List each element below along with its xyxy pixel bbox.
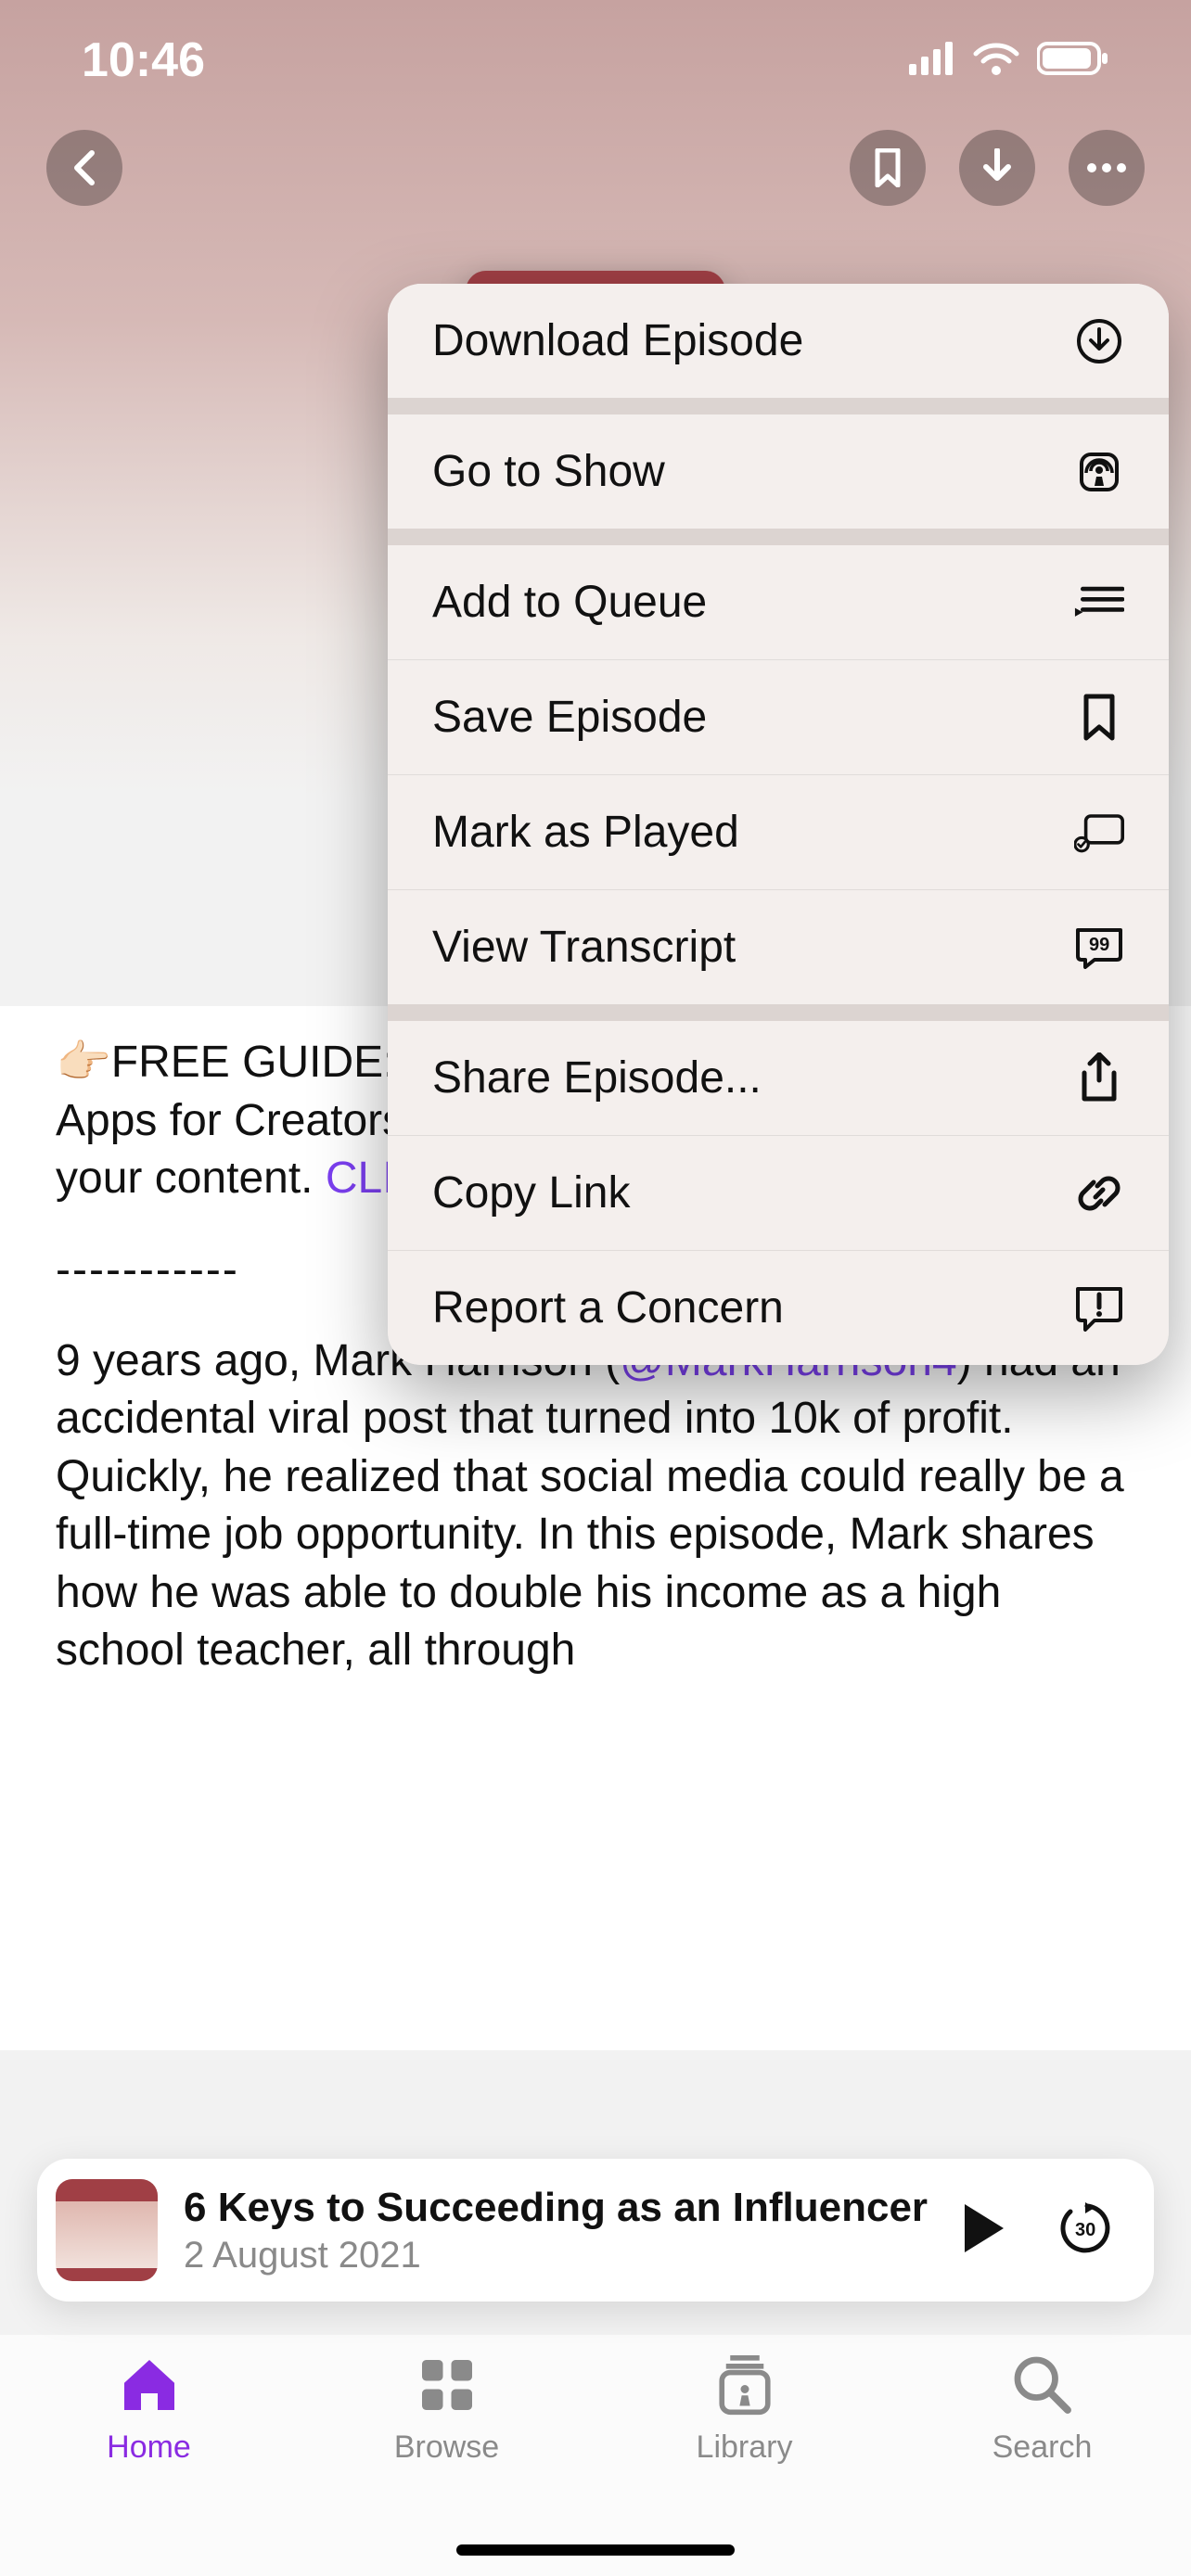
home-icon <box>116 2352 183 2418</box>
nav-row <box>0 121 1191 206</box>
more-button[interactable] <box>1069 130 1145 206</box>
battery-icon <box>1037 42 1109 80</box>
menu-item-label: Add to Queue <box>432 577 707 628</box>
menu-mark-as-played[interactable]: Mark as Played <box>388 775 1169 890</box>
chevron-left-icon <box>70 149 99 186</box>
menu-copy-link[interactable]: Copy Link <box>388 1136 1169 1251</box>
now-playing-artwork <box>56 2179 158 2281</box>
wifi-icon <box>972 41 1020 81</box>
status-bar: 10:46 <box>0 0 1191 121</box>
search-icon <box>1009 2352 1076 2418</box>
download-circle-icon <box>1074 316 1124 366</box>
now-playing-bar[interactable]: 6 Keys to Succeeding as an Influencer 2 … <box>37 2159 1154 2302</box>
download-arrow-icon <box>980 148 1014 187</box>
bookmark-icon <box>874 148 902 187</box>
tab-browse[interactable]: Browse <box>298 2352 596 2576</box>
svg-text:30: 30 <box>1075 2220 1095 2240</box>
podcast-icon <box>1074 447 1124 497</box>
menu-item-label: Download Episode <box>432 315 803 366</box>
menu-download-episode[interactable]: Download Episode <box>388 284 1169 398</box>
link-icon <box>1074 1168 1124 1218</box>
now-playing-date: 2 August 2021 <box>184 2235 935 2276</box>
tab-label: Search <box>992 2429 1093 2466</box>
skip-forward-30-button[interactable]: 30 <box>1057 2199 1117 2263</box>
context-menu: Download Episode Go to Show Add to Queue… <box>388 284 1169 1365</box>
play-button[interactable] <box>961 2202 1007 2259</box>
now-playing-title: 6 Keys to Succeeding as an Influencer <box>184 2185 935 2231</box>
report-icon <box>1074 1283 1124 1333</box>
skip-30-icon: 30 <box>1057 2199 1117 2258</box>
status-indicators <box>909 41 1109 81</box>
menu-item-label: Share Episode... <box>432 1052 762 1103</box>
tab-search[interactable]: Search <box>893 2352 1191 2576</box>
ellipsis-icon <box>1086 162 1127 173</box>
library-icon <box>711 2352 778 2418</box>
transcript-icon: 99 <box>1074 923 1124 973</box>
queue-icon <box>1074 578 1124 628</box>
menu-item-label: Mark as Played <box>432 807 739 858</box>
download-button[interactable] <box>959 130 1035 206</box>
menu-report-concern[interactable]: Report a Concern <box>388 1251 1169 1365</box>
now-playing-text: 6 Keys to Succeeding as an Influencer 2 … <box>184 2185 935 2276</box>
desc-paragraph: 9 years ago, Mark Harrison (@MarkHarriso… <box>56 1333 1135 1679</box>
tab-home[interactable]: Home <box>0 2352 298 2576</box>
tab-bar: Home Browse Library Search <box>0 2335 1191 2576</box>
back-button[interactable] <box>46 130 122 206</box>
menu-share-episode[interactable]: Share Episode... <box>388 1021 1169 1136</box>
status-time: 10:46 <box>82 32 205 88</box>
tab-label: Library <box>697 2429 793 2466</box>
cell-signal-icon <box>909 42 955 80</box>
tab-label: Browse <box>394 2429 499 2466</box>
menu-item-label: Copy Link <box>432 1167 630 1218</box>
browse-icon <box>414 2352 480 2418</box>
share-icon <box>1074 1053 1124 1103</box>
menu-item-label: View Transcript <box>432 922 736 973</box>
svg-text:99: 99 <box>1089 935 1109 955</box>
play-icon <box>961 2202 1007 2254</box>
menu-save-episode[interactable]: Save Episode <box>388 660 1169 775</box>
menu-item-label: Go to Show <box>432 446 665 497</box>
menu-view-transcript[interactable]: View Transcript 99 <box>388 890 1169 1004</box>
tab-label: Home <box>107 2429 191 2466</box>
home-indicator[interactable] <box>456 2544 735 2556</box>
menu-go-to-show[interactable]: Go to Show <box>388 414 1169 529</box>
save-bookmark-button[interactable] <box>850 130 926 206</box>
menu-add-to-queue[interactable]: Add to Queue <box>388 545 1169 660</box>
mark-played-icon <box>1074 808 1124 858</box>
tab-library[interactable]: Library <box>596 2352 893 2576</box>
bookmark-icon <box>1074 693 1124 743</box>
menu-item-label: Save Episode <box>432 692 707 743</box>
menu-item-label: Report a Concern <box>432 1282 784 1333</box>
